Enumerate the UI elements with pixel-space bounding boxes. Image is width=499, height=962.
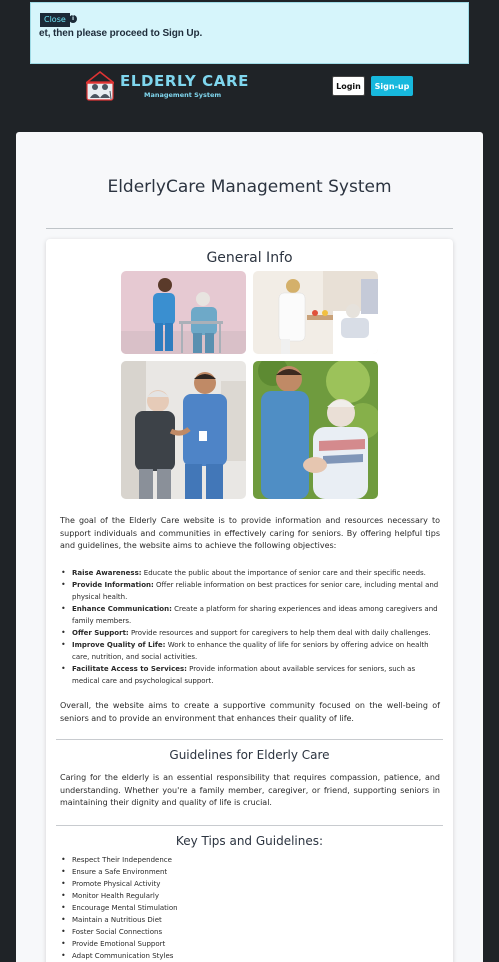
general-info-heading: General Info <box>206 250 293 266</box>
brand-subtitle: Management System <box>144 90 222 99</box>
tips-heading: Key Tips and Guidelines: <box>175 834 324 848</box>
login-button[interactable]: Login <box>332 76 365 96</box>
signup-button[interactable]: Sign-up <box>371 76 413 96</box>
info-icon: i <box>69 15 77 23</box>
list-item: Raise Awareness: Educate the public abou… <box>61 567 442 579</box>
main-panel: ElderlyCare Management System General In… <box>16 132 483 962</box>
page-title: ElderlyCare Management System <box>107 177 392 197</box>
nurse-serving-meal-photo <box>253 271 378 354</box>
brand-logo[interactable]: ELDERLY CARE Management System <box>86 70 249 102</box>
closing-paragraph: Overall, the website aims to create a su… <box>60 701 440 723</box>
brand-title: ELDERLY CARE <box>120 71 249 90</box>
list-item: Offer Support: Provide resources and sup… <box>61 627 442 639</box>
list-item: Ensure a Safe Environment <box>61 866 178 878</box>
nurse-holding-hands-photo <box>253 361 378 499</box>
divider <box>56 825 443 826</box>
divider <box>56 739 443 740</box>
list-item: Provide Information: Offer reliable info… <box>61 579 442 603</box>
list-item: Maintain a Nutritious Diet <box>61 914 178 926</box>
intro-paragraph: The goal of the Elderly Care website is … <box>60 516 440 550</box>
guidelines-heading: Guidelines for Elderly Care <box>169 748 330 762</box>
list-item: Enhance Communication: Create a platform… <box>61 603 442 627</box>
list-item: Improve Quality of Life: Work to enhance… <box>61 639 442 663</box>
list-item: Adapt Communication Styles <box>61 950 178 962</box>
general-info-card: General Info The goal of the Elderly Car… <box>46 239 453 962</box>
list-item: Respect Their Independence <box>61 854 178 866</box>
list-item: Promote Physical Activity <box>61 878 178 890</box>
objectives-list: Raise Awareness: Educate the public abou… <box>61 567 442 687</box>
caregiver-photo-walker <box>121 271 246 354</box>
elderly-couple-logo-icon <box>86 71 114 101</box>
divider <box>46 228 453 229</box>
guidelines-paragraph: Caring for the elderly is an essential r… <box>60 773 440 807</box>
notice-message: et, then please proceed to Sign Up. <box>39 28 203 39</box>
tips-list: Respect Their Independence Ensure a Safe… <box>61 854 178 962</box>
list-item: Foster Social Connections <box>61 926 178 938</box>
notice-banner: Close i et, then please proceed to Sign … <box>30 2 469 64</box>
list-item: Facilitate Access to Services: Provide i… <box>61 663 442 687</box>
list-item: Monitor Health Regularly <box>61 890 178 902</box>
list-item: Provide Emotional Support <box>61 938 178 950</box>
list-item: Encourage Mental Stimulation <box>61 902 178 914</box>
doctor-with-senior-photo <box>121 361 246 499</box>
close-button[interactable]: Close <box>40 13 70 27</box>
